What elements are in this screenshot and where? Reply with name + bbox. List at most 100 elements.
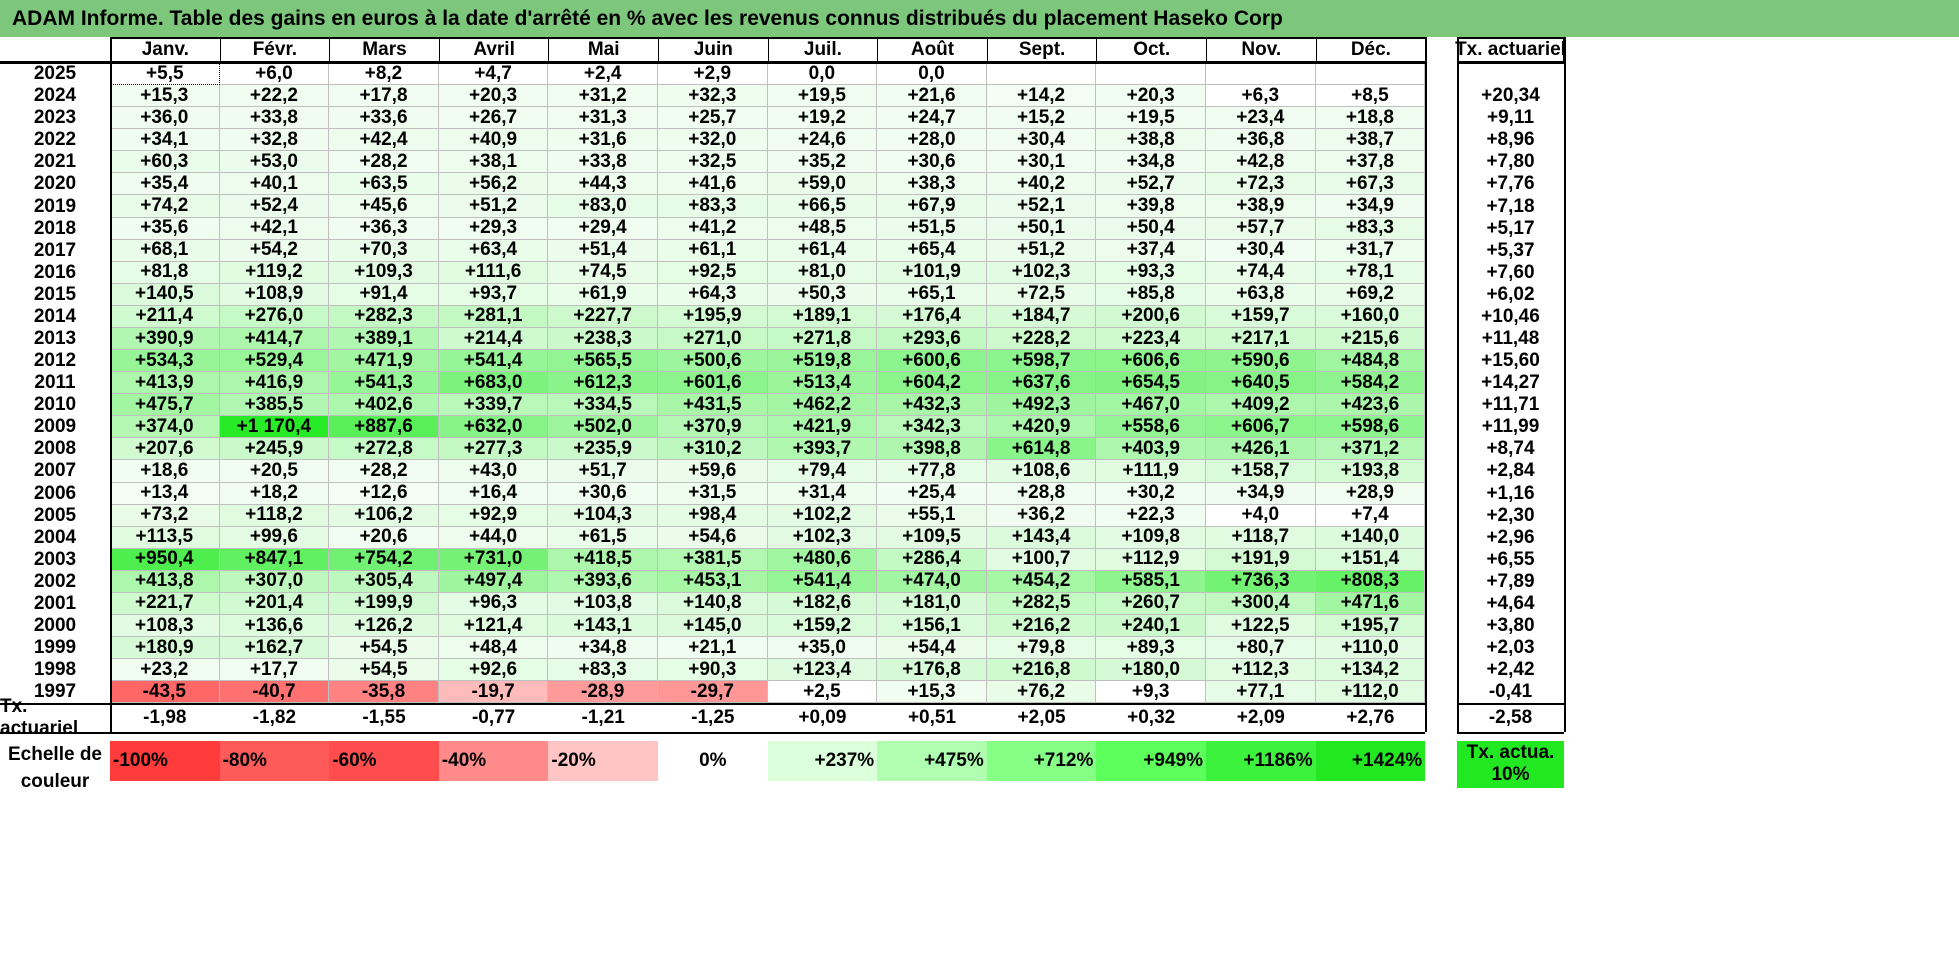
scale-swatch: +949% <box>1096 741 1206 781</box>
actuarial-value: +7,76 <box>1486 173 1535 195</box>
table-cell: +159,2 <box>767 615 878 638</box>
table-cell: +238,3 <box>548 328 658 351</box>
table-cell: +216,2 <box>986 615 1097 638</box>
actuarial-value: +5,37 <box>1486 239 1535 261</box>
table-cell: +28,9 <box>1315 482 1426 505</box>
table-cell: +7,4 <box>1315 504 1426 527</box>
table-cell: +191,9 <box>1206 548 1316 571</box>
table-cell: +293,6 <box>877 328 987 351</box>
actuarial-value: +6,55 <box>1486 548 1535 570</box>
table-cell: +93,3 <box>1096 261 1206 284</box>
table-cell: +402,6 <box>329 394 439 417</box>
table-cell: +31,7 <box>1315 239 1426 262</box>
table-cell <box>1206 63 1316 86</box>
scale-swatch: +1186% <box>1206 741 1316 781</box>
table-cell: +38,7 <box>1315 129 1426 152</box>
table-cell: +342,3 <box>877 416 987 439</box>
table-cell: +100,7 <box>986 548 1097 571</box>
table-cell: +276,0 <box>219 305 330 328</box>
table-cell: +118,2 <box>219 504 330 527</box>
actuarial-value: +2,03 <box>1486 637 1535 659</box>
table-cell: +43,0 <box>438 460 549 483</box>
table-cell: +59,6 <box>658 460 768 483</box>
table-cell: +30,4 <box>986 129 1097 152</box>
table-cell: +513,4 <box>767 372 878 395</box>
table-cell: +28,2 <box>329 151 439 174</box>
table-cell: +887,6 <box>329 416 439 439</box>
year-label: 1998 <box>33 659 77 681</box>
actuarial-row-value: -0,77 <box>471 706 516 728</box>
year-label: 2005 <box>33 504 77 526</box>
table-cell: +57,7 <box>1206 217 1316 240</box>
table-cell: +140,5 <box>110 283 220 306</box>
table-cell: +50,1 <box>986 217 1097 240</box>
table-cell: +101,9 <box>877 261 987 284</box>
table-cell: +68,1 <box>110 239 220 262</box>
table-cell: +277,3 <box>438 438 549 461</box>
table-cell: +67,9 <box>877 195 987 218</box>
table-cell: +475,7 <box>110 394 220 417</box>
table-cell: +398,8 <box>877 438 987 461</box>
table-cell: +214,4 <box>438 328 549 351</box>
table-cell: +145,0 <box>658 615 768 638</box>
table-cell: +2,5 <box>767 681 878 704</box>
table-cell: +79,4 <box>767 460 878 483</box>
table-cell: +19,5 <box>767 85 878 108</box>
table-cell: +598,7 <box>986 350 1097 373</box>
table-cell: +40,1 <box>219 173 330 196</box>
table-cell: +8,2 <box>329 63 439 86</box>
table-cell: +61,9 <box>548 283 658 306</box>
year-label: 2006 <box>33 482 77 504</box>
actuarial-total: -2,58 <box>1488 706 1533 728</box>
table-cell: +35,6 <box>110 217 220 240</box>
table-cell: +45,6 <box>329 195 439 218</box>
table-cell: +160,0 <box>1315 305 1426 328</box>
table-cell: +28,2 <box>329 460 439 483</box>
table-cell: +38,8 <box>1096 129 1206 152</box>
actuarial-row-value: +2,05 <box>1017 706 1066 728</box>
table-cell: +426,1 <box>1206 438 1316 461</box>
table-cell: 0,0 <box>877 63 987 86</box>
month-header: Janv. <box>110 37 220 63</box>
table-cell: +17,8 <box>329 85 439 108</box>
table-cell: +109,5 <box>877 526 987 549</box>
scale-label: Echelle de couleur <box>8 744 102 792</box>
table-cell: +42,8 <box>1206 151 1316 174</box>
table-cell: +307,0 <box>219 570 330 593</box>
table-cell: +423,6 <box>1315 394 1426 417</box>
table-cell: +53,0 <box>219 151 330 174</box>
scale-swatch: -80% <box>219 741 330 781</box>
scale-swatch: +237% <box>767 741 878 781</box>
table-cell: +221,7 <box>110 592 220 615</box>
table-cell: +201,4 <box>219 592 330 615</box>
table-cell: +32,5 <box>658 151 768 174</box>
actuarial-row-value: +2,09 <box>1236 706 1285 728</box>
table-cell: +409,2 <box>1206 394 1316 417</box>
year-label: 2009 <box>33 416 77 438</box>
table-cell: +35,2 <box>767 151 878 174</box>
year-label: 1999 <box>33 637 77 659</box>
table-cell: +30,1 <box>986 151 1097 174</box>
table-cell: +585,1 <box>1096 570 1206 593</box>
table-cell: +2,9 <box>658 63 768 86</box>
table-cell: +34,9 <box>1315 195 1426 218</box>
table-cell: +731,0 <box>438 548 549 571</box>
table-cell: +92,9 <box>438 504 549 527</box>
table-cell: +111,6 <box>438 261 549 284</box>
table-cell: +13,4 <box>110 482 220 505</box>
table-cell: +271,8 <box>767 328 878 351</box>
table-cell: +339,7 <box>438 394 549 417</box>
actuarial-value: +11,48 <box>1481 327 1540 349</box>
table-cell: +92,6 <box>438 659 549 682</box>
actuarial-value: +10,46 <box>1481 305 1540 327</box>
table-cell: +590,6 <box>1206 350 1316 373</box>
table-cell: +471,6 <box>1315 592 1426 615</box>
table-cell: +15,3 <box>110 85 220 108</box>
table-cell: +6,0 <box>219 63 330 86</box>
table-cell: +143,4 <box>986 526 1097 549</box>
table-cell: +106,2 <box>329 504 439 527</box>
table-cell: +604,2 <box>877 372 987 395</box>
table-cell: +5,5 <box>110 63 220 86</box>
table-cell: +371,2 <box>1315 438 1426 461</box>
table-cell: +61,4 <box>767 239 878 262</box>
